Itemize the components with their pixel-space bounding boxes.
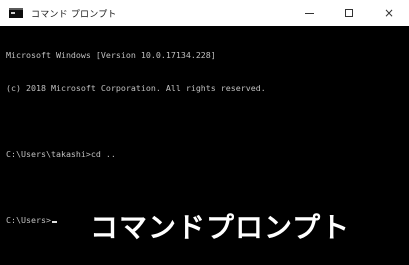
- console-line: (c) 2018 Microsoft Corporation. All righ…: [6, 83, 266, 93]
- minimize-icon: [304, 12, 314, 14]
- minimize-button[interactable]: [289, 0, 329, 26]
- console-prompt: C:\Users>: [6, 215, 51, 225]
- window-controls: ×: [289, 0, 409, 26]
- console-line: Microsoft Windows [Version 10.0.17134.22…: [6, 50, 216, 60]
- console-line: C:\Users\takashi>cd ..: [6, 149, 116, 159]
- text-cursor: [51, 221, 57, 223]
- title-bar[interactable]: コマンド プロンプト ×: [0, 0, 409, 26]
- close-button[interactable]: ×: [369, 0, 409, 26]
- window-title: コマンド プロンプト: [31, 9, 117, 20]
- cmd-app-icon[interactable]: [9, 8, 23, 18]
- cmd-window: コマンド プロンプト × Microsoft Windows [Version …: [0, 0, 409, 265]
- close-icon: ×: [383, 6, 395, 20]
- maximize-button[interactable]: [329, 0, 369, 26]
- maximize-icon: [345, 9, 353, 17]
- overlay-caption: コマンドプロンプト: [90, 211, 351, 244]
